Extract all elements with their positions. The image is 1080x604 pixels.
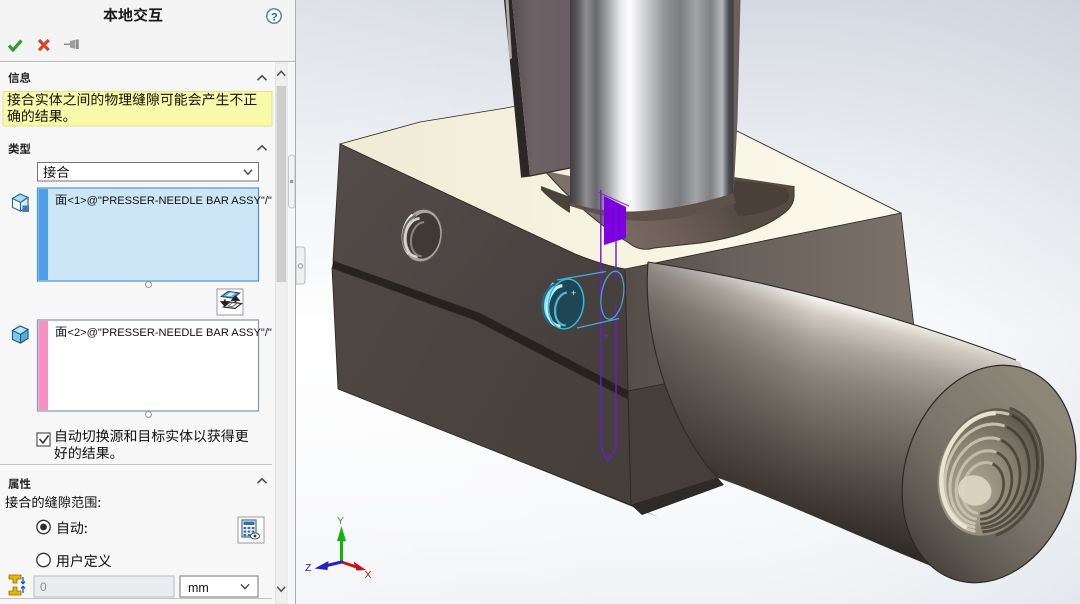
svg-text:Y: Y <box>337 515 344 527</box>
svg-text:<2>@"PRESSER-NEEDLE BAR ASSY"/: <2>@"PRESSER-NEEDLE BAR ASSY"/" <box>68 327 272 339</box>
svg-text:<1>@"PRESSER-NEEDLE BAR ASSY"/: <1>@"PRESSER-NEEDLE BAR ASSY"/" <box>68 195 272 207</box>
svg-text:X: X <box>365 569 372 581</box>
svg-text:Z: Z <box>305 562 312 574</box>
svg-text:mm: mm <box>188 581 209 595</box>
svg-text:+: + <box>604 331 609 341</box>
svg-text:?: ? <box>271 12 278 24</box>
svg-text:+: + <box>571 288 576 298</box>
svg-text:0: 0 <box>40 580 47 594</box>
